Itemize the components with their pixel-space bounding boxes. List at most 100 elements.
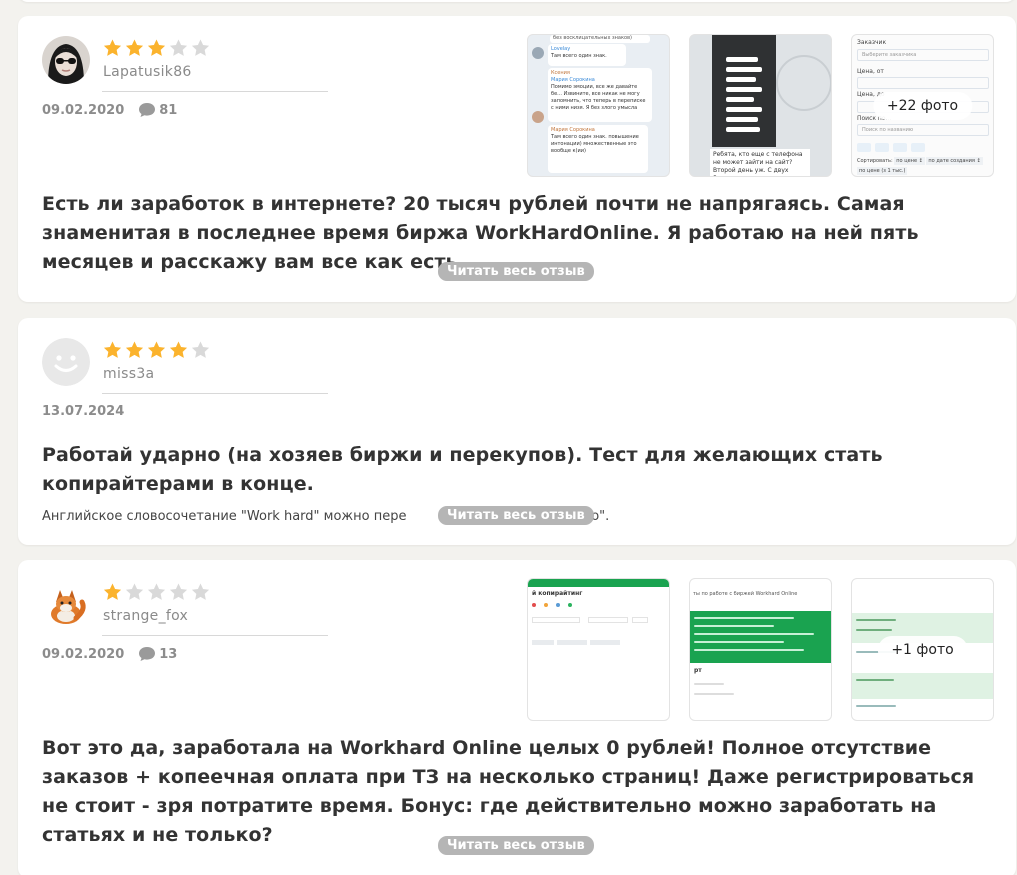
read-more-button[interactable]: Читать весь отзыв — [438, 836, 594, 855]
mini-button — [557, 640, 587, 645]
default-avatar-icon[interactable] — [42, 338, 90, 386]
site-title: й копирайтинг — [532, 590, 583, 597]
mini-input — [632, 617, 648, 623]
more-photos-badge[interactable]: +1 фото — [877, 635, 968, 664]
phone-screen — [712, 35, 776, 147]
redacted-line — [726, 57, 758, 62]
text-line — [694, 641, 784, 643]
more-photos-badge[interactable]: +22 фото — [872, 91, 973, 120]
mini-button — [590, 640, 620, 645]
photo-thumb-table[interactable]: +1 фото — [851, 578, 994, 721]
comments-count[interactable]: 13 — [138, 646, 177, 662]
form-label: Заказчик — [857, 39, 887, 46]
review-date: 13.07.2024 — [42, 404, 125, 419]
review-card[interactable]: strange_fox 09.02.2020 13 й копирайтинг — [18, 560, 1016, 875]
photo-thumb-chat[interactable]: без восклицательных знаков) Lovelay Там … — [527, 34, 670, 177]
mini-input — [588, 617, 628, 623]
username[interactable]: strange_fox — [103, 608, 188, 624]
notes-highlight-block — [690, 611, 831, 663]
text-line — [856, 619, 896, 621]
comments-count-value: 13 — [159, 646, 178, 662]
redacted-line — [726, 127, 760, 132]
form-button — [875, 143, 889, 152]
form-input — [857, 77, 989, 89]
redacted-line — [726, 67, 762, 72]
comments-count-value: 81 — [159, 102, 178, 118]
mini-input — [532, 617, 580, 623]
star-empty-icon — [147, 583, 166, 600]
text-line — [694, 633, 814, 635]
review-title[interactable]: Вот это да, заработала на Workhard Onlin… — [42, 734, 997, 850]
star-filled-icon — [103, 583, 122, 600]
review-title[interactable]: Работай ударно (на хозяев биржи и переку… — [42, 441, 997, 499]
comment-icon — [139, 103, 156, 117]
star-filled-icon — [147, 39, 166, 56]
redacted-line — [726, 117, 758, 122]
status-dot — [568, 603, 572, 607]
star-filled-icon — [103, 341, 122, 358]
mini-buttons — [532, 640, 620, 645]
redacted-line — [726, 87, 762, 92]
divider — [102, 393, 328, 394]
review-card[interactable]: miss3a 13.07.2024 Работай ударно (на хоз… — [18, 318, 1016, 545]
star-filled-icon — [169, 341, 188, 358]
chat-avatar — [532, 47, 544, 59]
chat-name: Мария Сорокина — [551, 127, 595, 133]
star-empty-icon — [169, 583, 188, 600]
status-row — [532, 603, 667, 611]
username[interactable]: miss3a — [103, 366, 154, 382]
notes-title: ты по работе с биржей Workhard Online — [693, 591, 798, 597]
status-dot — [544, 603, 548, 607]
divider — [102, 91, 328, 92]
form-sort: Сортировать: по цене ↕ по дате создания … — [857, 157, 983, 165]
redacted-line — [726, 107, 762, 112]
chat-text: Помимо эмоции, все же давайте бе... Изви… — [551, 84, 646, 111]
review-meta: 09.02.2020 81 — [42, 102, 177, 118]
photo-thumb-site[interactable]: й копирайтинг — [527, 578, 670, 721]
star-empty-icon — [125, 583, 144, 600]
user-avatar[interactable] — [42, 36, 90, 84]
star-filled-icon — [125, 39, 144, 56]
text-line — [694, 617, 794, 619]
form-buttons — [857, 143, 925, 152]
star-empty-icon — [169, 39, 188, 56]
review-meta: 13.07.2024 — [42, 404, 124, 419]
form-button — [857, 143, 871, 152]
review-card[interactable]: Lapatusik86 09.02.2020 81 без восклицате… — [18, 16, 1016, 302]
chat-line: без восклицательных знаков) — [550, 35, 650, 43]
form-sort-option: по цене ↕ — [894, 157, 925, 165]
text-line — [856, 679, 894, 681]
user-avatar[interactable] — [42, 580, 90, 628]
star-filled-icon — [103, 39, 122, 56]
form-search: Поиск по названию — [857, 124, 989, 136]
status-dot — [556, 603, 560, 607]
star-empty-icon — [191, 583, 210, 600]
text-line — [694, 625, 774, 627]
comments-count[interactable]: 81 — [138, 102, 177, 118]
review-date: 09.02.2020 — [42, 102, 125, 118]
form-button — [893, 143, 907, 152]
rating-stars — [102, 582, 211, 602]
notes-footer: рт — [694, 667, 702, 674]
rating-stars — [102, 340, 211, 360]
photo-thumb-form[interactable]: Заказчик Выберите заказчика Цена, от Цен… — [851, 34, 994, 177]
redacted-line — [726, 77, 756, 82]
mini-button — [532, 640, 554, 645]
phone-caption: Ребята, кто еще с телефона не может зайт… — [710, 149, 810, 176]
divider — [102, 635, 328, 636]
star-filled-icon — [147, 341, 166, 358]
text-line — [856, 705, 896, 707]
read-more-button[interactable]: Читать весь отзыв — [438, 262, 594, 281]
chat-text: Там всего один знак. — [551, 53, 607, 59]
text-line — [856, 629, 892, 631]
text-line — [694, 649, 804, 651]
previous-review-card — [18, 0, 1016, 2]
text-line — [694, 683, 724, 685]
chat-bubble: Мария Сорокина Там всего один знак. повы… — [548, 125, 648, 173]
photo-thumb-notes[interactable]: ты по работе с биржей Workhard Online рт — [689, 578, 832, 721]
photo-thumb-phone[interactable]: Ребята, кто еще с телефона не может зайт… — [689, 34, 832, 177]
review-excerpt-text: Английское словосочетание "Work hard" мо… — [42, 509, 407, 524]
username[interactable]: Lapatusik86 — [103, 64, 192, 80]
read-more-button[interactable]: Читать весь отзыв — [438, 506, 594, 525]
star-empty-icon — [191, 341, 210, 358]
